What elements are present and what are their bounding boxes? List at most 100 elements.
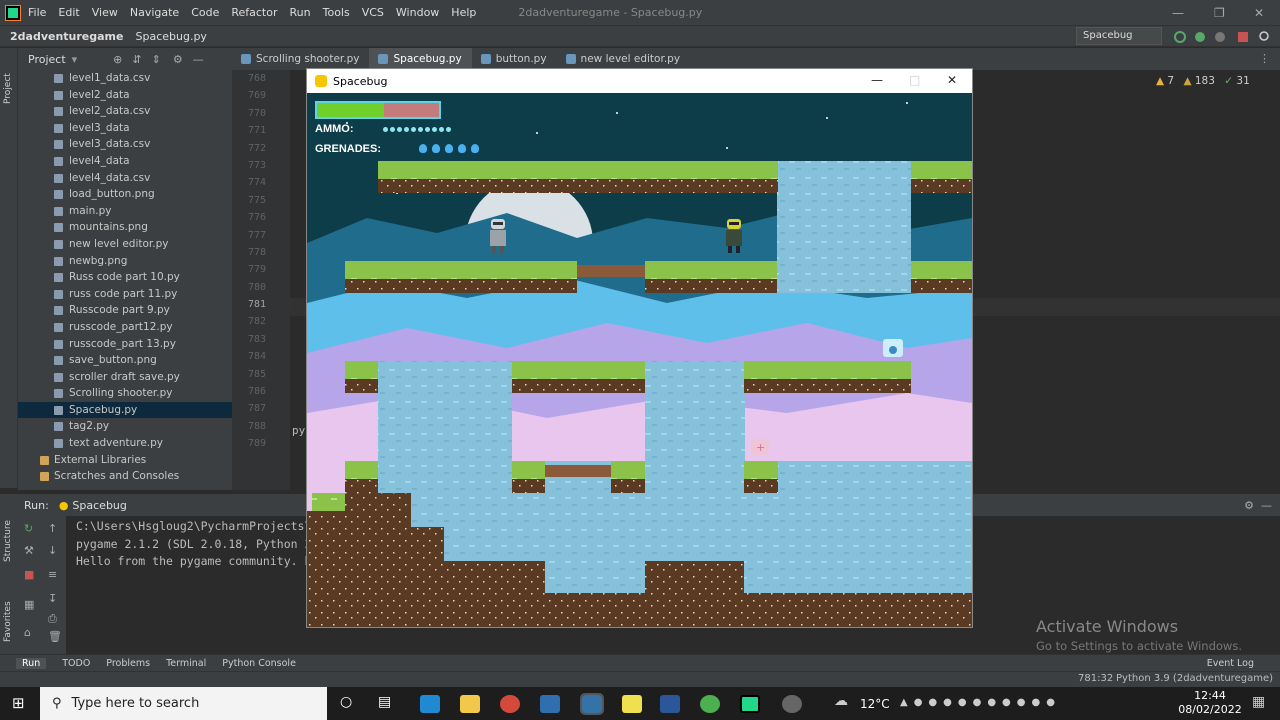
weather-icon[interactable]: ☁ <box>834 693 848 709</box>
breadcrumb-file[interactable]: Spacebug.py <box>135 30 206 43</box>
pygame-task-icon[interactable] <box>580 693 604 715</box>
print-icon[interactable]: ⎙ <box>48 612 57 626</box>
run-configuration-select[interactable]: Spacebug <box>1076 27 1162 45</box>
file-item[interactable]: level4_data.csv <box>18 170 232 187</box>
temperature[interactable]: 12°C <box>860 697 890 711</box>
layout-icon[interactable]: ▦ <box>24 598 34 611</box>
file-item[interactable]: russcode_part12.py <box>18 319 232 336</box>
game-canvas[interactable]: + AMMO: GRENADES: <box>307 93 972 627</box>
trash-icon[interactable]: 🗑 <box>48 630 62 643</box>
notifications-icon[interactable]: ▦ <box>1252 694 1265 710</box>
file-item[interactable]: level1_data.csv <box>18 70 232 87</box>
gear-icon[interactable]: ⚙ <box>1244 499 1254 512</box>
rerun-icon[interactable] <box>1174 31 1186 43</box>
windows-start-icon[interactable]: ⊞ <box>12 694 25 712</box>
tab-run[interactable]: Run <box>16 657 47 669</box>
word-icon[interactable] <box>660 695 680 713</box>
menu-file[interactable]: File <box>28 6 46 19</box>
scratches-node[interactable]: Scratches and Consoles <box>18 468 232 485</box>
tab-spacebug[interactable]: Spacebug.py <box>369 48 472 70</box>
down-arrow-icon[interactable]: ↓ <box>48 544 57 557</box>
locate-icon[interactable]: ⊕ <box>113 53 122 66</box>
pycharm-task-icon[interactable] <box>740 695 760 713</box>
close-icon[interactable]: ✕ <box>1254 6 1264 20</box>
menu-run[interactable]: Run <box>290 6 311 19</box>
more-tabs-icon[interactable]: ⋮ <box>1259 52 1270 65</box>
app-icon[interactable] <box>500 695 520 713</box>
breadcrumb-project[interactable]: 2dadventuregame <box>10 30 123 43</box>
clock[interactable]: 12:44 08/02/2022 <box>1178 689 1242 717</box>
caret-position[interactable]: 781:32 <box>1078 673 1113 684</box>
file-item[interactable]: level2_data.csv <box>18 103 232 120</box>
tab-problems[interactable]: Problems <box>106 658 150 669</box>
tab-button[interactable]: button.py <box>472 48 557 70</box>
hide-panel-icon[interactable]: — <box>193 53 204 66</box>
file-item[interactable]: newbg.png <box>18 253 232 270</box>
debug-icon[interactable] <box>1195 32 1205 42</box>
minimize-icon[interactable]: — <box>871 73 883 87</box>
task-view-icon[interactable]: ▤ <box>378 694 391 710</box>
file-item[interactable]: russcode_part 13.py <box>18 336 232 353</box>
tab-terminal[interactable]: Terminal <box>166 658 206 669</box>
rerun-icon[interactable]: ↻ <box>24 522 33 535</box>
wrench-icon[interactable]: ⚒ <box>24 544 34 557</box>
file-item[interactable]: scroller draft save.py <box>18 369 232 386</box>
file-item[interactable]: level3_data.csv <box>18 136 232 153</box>
menu-help[interactable]: Help <box>451 6 476 19</box>
expand-all-icon[interactable]: ⇵ <box>132 53 141 66</box>
restore-icon[interactable]: ❐ <box>1214 6 1225 20</box>
tab-python-console[interactable]: Python Console <box>222 658 296 669</box>
file-item[interactable]: Russ code part 10.py <box>18 269 232 286</box>
file-item[interactable]: save_button.png <box>18 352 232 369</box>
file-item[interactable]: new level editor.py <box>18 236 232 253</box>
file-item[interactable]: mountains.png <box>18 219 232 236</box>
gear-icon[interactable]: ⚙ <box>173 53 183 66</box>
file-explorer-icon[interactable] <box>460 695 480 713</box>
tab-scrolling-shooter[interactable]: Scrolling shooter.py <box>232 48 369 70</box>
search-everywhere-icon[interactable] <box>1259 31 1269 41</box>
menu-edit[interactable]: Edit <box>58 6 79 19</box>
system-tray-icons[interactable]: ▲●●●●●●●●●● <box>900 697 1061 708</box>
stop-icon[interactable] <box>1238 32 1248 42</box>
file-item[interactable]: tag2.py <box>18 418 232 435</box>
event-log-button[interactable]: Event Log <box>1207 658 1254 669</box>
menu-window[interactable]: Window <box>396 6 439 19</box>
close-icon[interactable]: ✕ <box>947 73 957 87</box>
app-icon[interactable] <box>782 695 802 713</box>
file-item[interactable]: text adventure.py <box>18 435 232 452</box>
inspection-widget[interactable]: ▲ 7 ▲ 183 ✓ 31 <box>1156 75 1250 87</box>
coverage-icon[interactable] <box>1215 32 1225 42</box>
collapse-all-icon[interactable]: ⇕ <box>152 53 161 66</box>
menu-view[interactable]: View <box>92 6 118 19</box>
menu-navigate[interactable]: Navigate <box>130 6 179 19</box>
chrome-icon[interactable] <box>700 695 720 713</box>
project-panel-title[interactable]: Project <box>28 53 66 66</box>
file-item[interactable]: level2_data <box>18 87 232 104</box>
scroll-to-end-icon[interactable]: ↧ <box>48 592 57 605</box>
file-item-selected[interactable]: Spacebug.py <box>18 401 232 419</box>
tab-todo[interactable]: TODO <box>62 658 90 669</box>
menu-refactor[interactable]: Refactor <box>231 6 277 19</box>
game-window-titlebar[interactable]: Spacebug — □ ✕ <box>307 69 972 93</box>
edge-icon[interactable] <box>420 695 440 713</box>
pin-icon[interactable]: ⌂ <box>24 626 31 639</box>
up-arrow-icon[interactable]: ↑ <box>48 522 57 535</box>
game-window[interactable]: Spacebug — □ ✕ + AMMO: GRENADES: <box>306 68 973 628</box>
run-config-tab[interactable]: Spacebug <box>72 499 126 512</box>
file-item[interactable]: load_button.png <box>18 186 232 203</box>
external-libraries-node[interactable]: External Libraries <box>18 452 232 469</box>
interpreter-status[interactable]: Python 3.9 (2dadventuregame) <box>1116 673 1273 684</box>
file-item[interactable]: level4_data <box>18 153 232 170</box>
file-item[interactable]: level3_data <box>18 120 232 137</box>
cortana-icon[interactable]: ○ <box>340 694 352 710</box>
file-item[interactable]: Russcode part 9.py <box>18 302 232 319</box>
file-item[interactable]: Scrolling shooter.py <box>18 385 232 402</box>
minimize-icon[interactable]: — <box>1172 6 1184 20</box>
chevron-down-icon[interactable]: ▾ <box>72 53 78 66</box>
menu-tools[interactable]: Tools <box>323 6 350 19</box>
structure-tool-label[interactable]: Structure <box>3 520 13 562</box>
hide-panel-icon[interactable]: — <box>1261 499 1272 512</box>
favorites-tool-label[interactable]: Favorites <box>3 601 13 642</box>
sticky-notes-icon[interactable] <box>622 695 642 713</box>
stop-icon[interactable]: ■ <box>24 568 34 581</box>
